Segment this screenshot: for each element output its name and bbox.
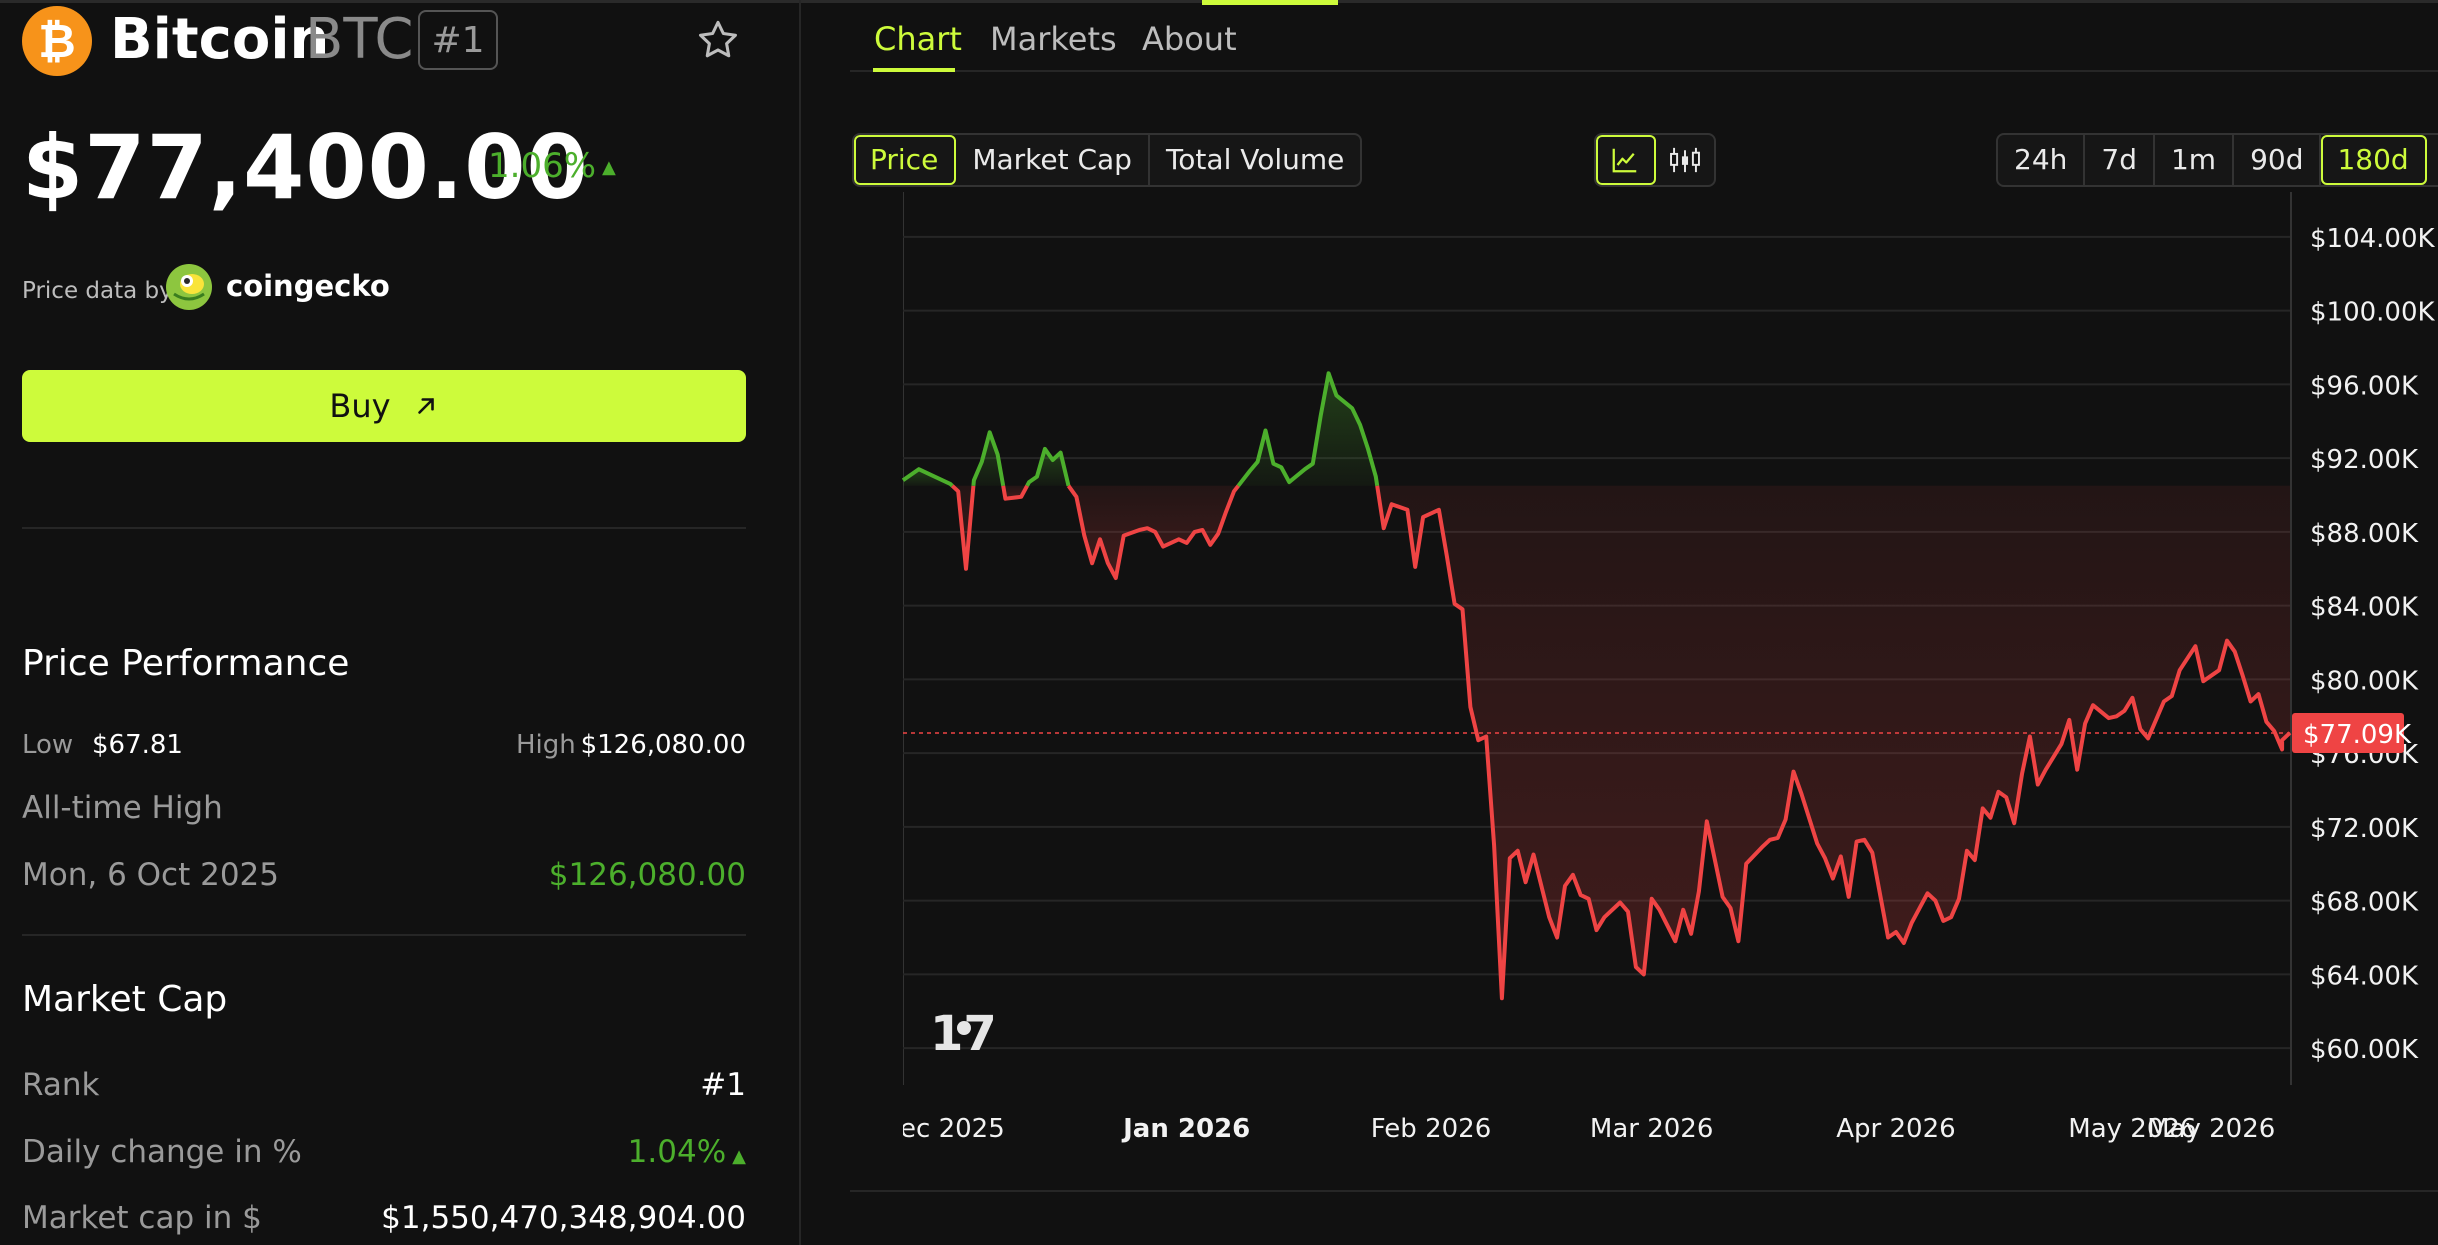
metric-selector: Price Market Cap Total Volume bbox=[852, 133, 1363, 187]
tabs-divider bbox=[850, 70, 2438, 72]
chart-bottom-divider bbox=[850, 1190, 2438, 1192]
panel-divider bbox=[799, 0, 801, 1245]
tab-about[interactable]: About bbox=[1142, 18, 1237, 60]
price-chart[interactable]: $104.00K $100.00K $96.00K $92.00K $88.00K $84… bbox=[850, 180, 2438, 1180]
current-price-label: $77.09K bbox=[2303, 720, 2412, 750]
provider-name[interactable]: coingecko bbox=[226, 268, 390, 304]
y-tick-label: $60.00K bbox=[2310, 1035, 2419, 1065]
coin-name: Bitcoin bbox=[110, 7, 330, 72]
daily-change: 1.04% ▲ bbox=[520, 1132, 746, 1177]
coingecko-logo-icon[interactable] bbox=[166, 264, 212, 310]
bitcoin-logo-icon: ₿ bbox=[22, 6, 92, 76]
x-tick-label: Mar 2026 bbox=[1590, 1114, 1714, 1144]
favorite-star-icon[interactable] bbox=[690, 12, 746, 68]
buy-button-label: Buy bbox=[329, 387, 391, 425]
y-tick-label: $84.00K bbox=[2310, 593, 2419, 623]
tradingview-logo-icon: 17 bbox=[930, 1006, 997, 1062]
low-label: Low bbox=[22, 730, 74, 760]
y-tick-label: $88.00K bbox=[2310, 519, 2419, 549]
chart-type-selector bbox=[1594, 133, 1716, 187]
low-value: $67.81 bbox=[92, 730, 183, 760]
price-performance-title: Price Performance bbox=[22, 643, 350, 684]
rank-label: Rank bbox=[22, 1067, 100, 1103]
market-cap-title: Market Cap bbox=[22, 979, 228, 1020]
market-cap-value: $1,550,470,348,904.00 bbox=[381, 1200, 746, 1236]
metric-total-volume-button[interactable]: Total Volume bbox=[1150, 135, 1360, 185]
x-tick-label: Apr 2026 bbox=[1836, 1114, 1955, 1144]
range-24h-button[interactable]: 24h bbox=[1998, 135, 2086, 185]
x-tick-label: Dec 2025 bbox=[880, 1114, 1005, 1144]
area-fill bbox=[1377, 485, 2290, 999]
rank-badge: #1 bbox=[418, 10, 498, 70]
high-label: High bbox=[516, 730, 576, 760]
candlestick-icon[interactable] bbox=[1656, 135, 1714, 185]
y-tick-label: $80.00K bbox=[2310, 666, 2419, 696]
ath-value: $126,080.00 bbox=[548, 857, 746, 893]
x-tick-label: May 2026 bbox=[2147, 1114, 2275, 1144]
range-7d-button[interactable]: 7d bbox=[2085, 135, 2155, 185]
range-180d-button[interactable]: 180d bbox=[2321, 135, 2427, 185]
tab-chart-underline bbox=[873, 68, 955, 72]
coin-info-panel: ₿ Bitcoin BTC #1 $77,400.00 1.06% ▲ Price… bbox=[0, 0, 800, 1245]
y-tick-label: $104.00K bbox=[2310, 224, 2436, 254]
coin-symbol: BTC bbox=[305, 7, 414, 72]
time-range-selector: 24h 7d 1m 90d 180d 1y bbox=[1996, 133, 2438, 187]
price-data-label: Price data by bbox=[22, 278, 173, 304]
daily-change-value: 1.04% bbox=[627, 1134, 727, 1170]
metric-market-cap-button[interactable]: Market Cap bbox=[956, 135, 1150, 185]
high-value: $126,080.00 bbox=[580, 730, 746, 760]
arrow-up-right-icon bbox=[413, 393, 439, 419]
x-tick-label: Jan 2026 bbox=[1121, 1114, 1250, 1144]
y-tick-label: $92.00K bbox=[2310, 445, 2419, 475]
up-triangle-icon: ▲ bbox=[732, 1146, 746, 1167]
buy-button[interactable]: Buy bbox=[22, 370, 746, 442]
y-tick-label: $72.00K bbox=[2310, 814, 2419, 844]
rank-value: #1 bbox=[700, 1067, 746, 1103]
x-tick-label: Feb 2026 bbox=[1371, 1114, 1491, 1144]
ath-date: Mon, 6 Oct 2025 bbox=[22, 857, 279, 893]
y-tick-label: $64.00K bbox=[2310, 961, 2419, 991]
y-tick-label: $96.00K bbox=[2310, 371, 2419, 401]
line-chart-icon[interactable] bbox=[1596, 135, 1656, 185]
active-nav-indicator bbox=[1202, 0, 1338, 5]
tab-markets[interactable]: Markets bbox=[990, 18, 1117, 60]
range-1y-button[interactable]: 1y bbox=[2427, 135, 2438, 185]
metric-price-button[interactable]: Price bbox=[854, 135, 957, 185]
market-cap-label: Market cap in $ bbox=[22, 1200, 262, 1236]
svg-text:₿: ₿ bbox=[38, 15, 76, 67]
price-change-value: 1.06% bbox=[488, 146, 597, 186]
range-90d-button[interactable]: 90d bbox=[2234, 135, 2322, 185]
daily-change-label: Daily change in % bbox=[22, 1134, 302, 1170]
y-tick-label: $100.00K bbox=[2310, 298, 2436, 328]
range-1m-button[interactable]: 1m bbox=[2155, 135, 2235, 185]
divider bbox=[22, 934, 746, 936]
price-chart-svg[interactable]: $104.00K $100.00K $96.00K $92.00K $88.00K $84… bbox=[850, 180, 2438, 1180]
price-change: 1.06% ▲ bbox=[488, 146, 616, 188]
ath-label: All-time High bbox=[22, 790, 223, 826]
tab-chart[interactable]: Chart bbox=[874, 18, 962, 60]
up-triangle-icon: ▲ bbox=[602, 156, 616, 178]
divider bbox=[22, 527, 746, 529]
y-tick-label: $68.00K bbox=[2310, 888, 2419, 918]
